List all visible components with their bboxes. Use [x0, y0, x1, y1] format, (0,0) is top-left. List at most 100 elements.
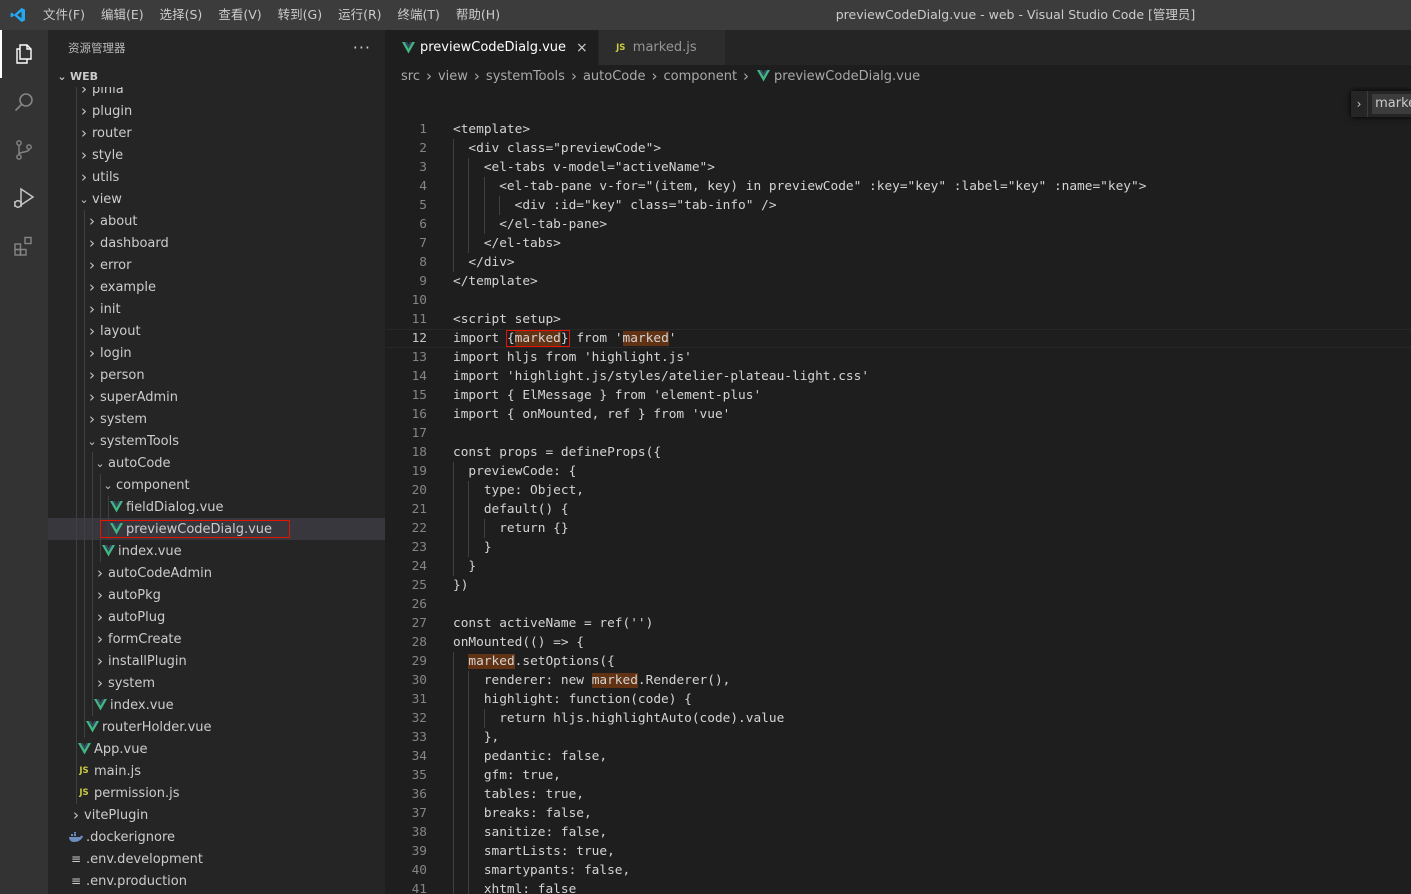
indent-guide	[76, 474, 77, 496]
tree-item[interactable]: › system	[48, 408, 385, 430]
search-icon[interactable]	[0, 78, 48, 126]
tree-item[interactable]: App.vue	[48, 738, 385, 760]
explorer-icon[interactable]	[0, 30, 48, 78]
code-text: const props = defineProps({	[453, 445, 662, 460]
tree-item-label: fieldDialog.vue	[126, 499, 224, 515]
tree-item[interactable]: › autoPlug	[48, 606, 385, 628]
indent-guide	[76, 738, 77, 760]
tree-item[interactable]: › person	[48, 364, 385, 386]
code-line: 35 gfm: true,	[386, 766, 1411, 785]
chevron-right-icon: ›	[73, 806, 79, 824]
tree-item[interactable]: › dashboard	[48, 232, 385, 254]
menu-item[interactable]: 编辑(E)	[93, 0, 152, 30]
tree-item[interactable]: ≡ .env.development	[48, 848, 385, 870]
tree-item[interactable]: › error	[48, 254, 385, 276]
indent-guide	[84, 298, 85, 320]
close-icon[interactable]: ×	[576, 40, 588, 56]
menu-item[interactable]: 帮助(H)	[448, 0, 508, 30]
indent-guide	[76, 386, 77, 408]
breadcrumb-item[interactable]: src	[401, 69, 420, 84]
tree-item[interactable]: ⌄ component	[48, 474, 385, 496]
tree-item[interactable]: › system	[48, 672, 385, 694]
indent-guide	[84, 210, 85, 232]
indent-guide	[76, 342, 77, 364]
menu-item[interactable]: 转到(G)	[270, 0, 330, 30]
tree-item[interactable]: routerHolder.vue	[48, 716, 385, 738]
tree-item[interactable]: › style	[48, 144, 385, 166]
tree-item[interactable]: › superAdmin	[48, 386, 385, 408]
indent-guide	[84, 386, 85, 408]
tree-item[interactable]: ⌄ view	[48, 188, 385, 210]
tree-item[interactable]: › formCreate	[48, 628, 385, 650]
tree-item[interactable]: › autoPkg	[48, 584, 385, 606]
tree-item-label: system	[108, 675, 155, 691]
indent-guide	[76, 100, 77, 122]
chevron-right-icon: ›	[89, 300, 95, 318]
code-editor[interactable]: › marke 1 <template> 2 <div class="preview…	[386, 87, 1411, 894]
tree-item[interactable]: previewCodeDialg.vue	[48, 518, 385, 540]
tab-marked-js[interactable]: JS marked.js	[598, 30, 726, 65]
indent-guide	[76, 584, 77, 606]
tree-item[interactable]: › vitePlugin	[48, 804, 385, 826]
code-text: import 'highlight.js/styles/atelier-plat…	[453, 369, 870, 384]
tree-item[interactable]: index.vue	[48, 694, 385, 716]
breadcrumb-item[interactable]: previewCodeDialg.vue	[774, 69, 920, 84]
extensions-icon[interactable]	[0, 222, 48, 270]
breadcrumb-item[interactable]: view	[438, 69, 468, 84]
indent-guide	[76, 254, 77, 276]
tab-previewCodeDialg-vue[interactable]: previewCodeDialg.vue ×	[386, 30, 599, 65]
run-debug-icon[interactable]	[0, 174, 48, 222]
tree-item[interactable]: › example	[48, 276, 385, 298]
tree-item[interactable]: › about	[48, 210, 385, 232]
tree-item[interactable]: › utils	[48, 166, 385, 188]
indent-guide	[84, 606, 85, 628]
tree-item-label: installPlugin	[108, 653, 187, 669]
chevron-right-icon: ›	[81, 102, 87, 120]
tree-item[interactable]: fieldDialog.vue	[48, 496, 385, 518]
chevron-right-icon: ›	[89, 256, 95, 274]
tree-item[interactable]: › autoCodeAdmin	[48, 562, 385, 584]
breadcrumb-item[interactable]: systemTools	[486, 69, 565, 84]
code-text: import hljs from 'highlight.js'	[453, 350, 692, 365]
menu-item[interactable]: 文件(F)	[35, 0, 93, 30]
workspace-section-header[interactable]: ⌄ WEB	[48, 65, 385, 87]
menu-item[interactable]: 终端(T)	[390, 0, 448, 30]
find-input[interactable]: marke	[1372, 94, 1411, 114]
line-number: 35	[411, 768, 427, 783]
tree-item[interactable]: JS main.js	[48, 760, 385, 782]
code-text: return {}	[453, 521, 569, 536]
tree-item[interactable]: › router	[48, 122, 385, 144]
tree-item[interactable]: ≡ .env.production	[48, 870, 385, 892]
tree-item[interactable]: › plugin	[48, 100, 385, 122]
tree-item-label: .env.production	[86, 873, 187, 889]
menu-item[interactable]: 运行(R)	[330, 0, 389, 30]
tree-item[interactable]: JS permission.js	[48, 782, 385, 804]
tree-item[interactable]: index.vue	[48, 540, 385, 562]
tree-item[interactable]: › pinia	[48, 87, 385, 100]
tree-item[interactable]: ⌄ systemTools	[48, 430, 385, 452]
breadcrumb-item[interactable]: autoCode	[583, 69, 646, 84]
tree-item[interactable]: › layout	[48, 320, 385, 342]
tab-label: marked.js	[632, 40, 697, 55]
tree-item[interactable]: › installPlugin	[48, 650, 385, 672]
line-number: 20	[411, 483, 427, 498]
tree-item[interactable]: › login	[48, 342, 385, 364]
tree-item[interactable]: ⌄ autoCode	[48, 452, 385, 474]
vue-file-icon	[108, 499, 124, 515]
indent-guide	[76, 87, 77, 100]
chevron-right-icon: ›	[89, 366, 95, 384]
more-actions-icon[interactable]: ···	[353, 38, 371, 57]
menu-item[interactable]: 选择(S)	[152, 0, 211, 30]
tree-item[interactable]: › init	[48, 298, 385, 320]
line-number: 15	[411, 388, 427, 403]
source-control-icon[interactable]	[0, 126, 48, 174]
indent-guide	[92, 518, 93, 540]
chevron-right-icon: ›	[425, 67, 432, 85]
find-widget[interactable]: › marke	[1351, 91, 1411, 117]
tree-item[interactable]: .dockerignore	[48, 826, 385, 848]
breadcrumb-item[interactable]: component	[664, 69, 738, 84]
line-number: 39	[411, 844, 427, 859]
find-toggle-replace-icon[interactable]: ›	[1351, 91, 1369, 117]
menu-item[interactable]: 查看(V)	[210, 0, 269, 30]
chevron-right-icon: ›	[97, 564, 103, 582]
